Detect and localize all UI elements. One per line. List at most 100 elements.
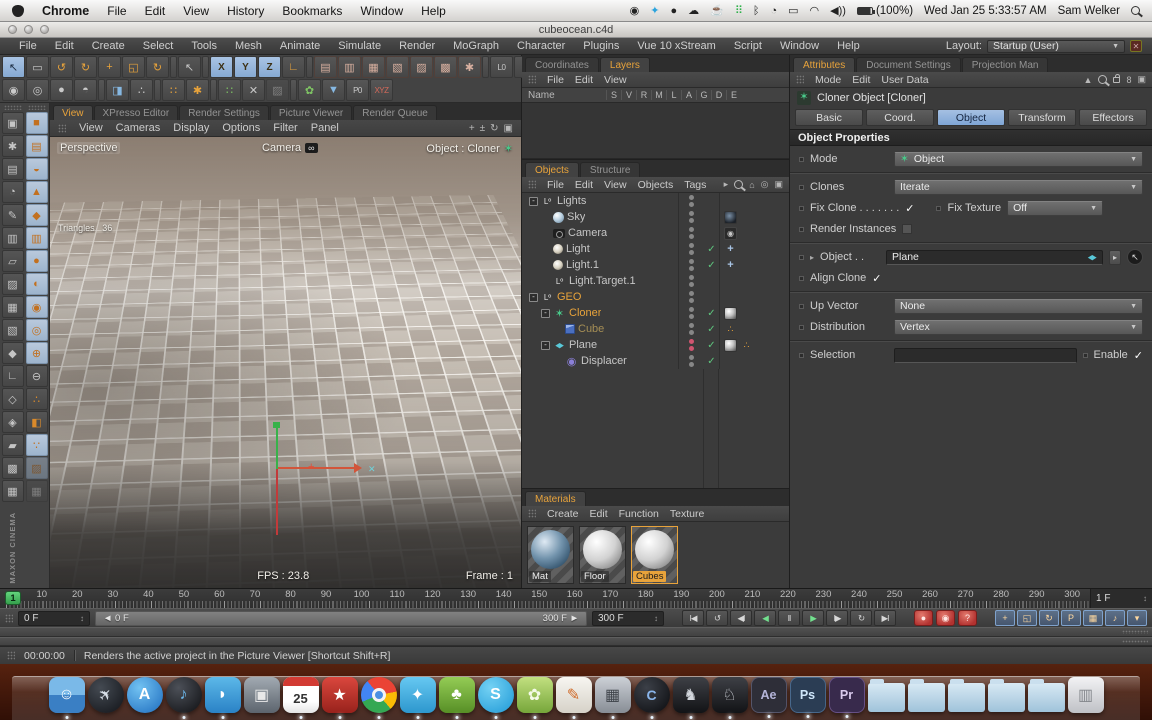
material-swatch[interactable]: Mat [527, 526, 574, 584]
optimize-tool[interactable]: ◎ [26, 79, 49, 101]
object-label[interactable]: Camera [568, 227, 607, 239]
sep[interactable] [98, 79, 105, 101]
menubar-item[interactable]: History [227, 4, 264, 18]
rotate-tool[interactable]: ↻ [146, 56, 169, 78]
panel-tab[interactable]: Structure [579, 162, 641, 177]
panel-icon[interactable]: ▣ [774, 179, 783, 190]
camera-overlay[interactable]: Camera ∞ [262, 142, 318, 154]
palette-grip[interactable] [3, 105, 22, 110]
c4d-menu-item[interactable]: File [10, 40, 46, 52]
sep[interactable] [202, 56, 209, 78]
key-dot[interactable] [799, 324, 804, 330]
add-cube-primitive-icon[interactable]: ■ [25, 112, 48, 134]
visibility-dots[interactable] [678, 289, 704, 305]
search-icon[interactable] [734, 180, 744, 189]
object-label[interactable]: Plane [569, 339, 597, 351]
menu-grip[interactable] [5, 613, 13, 623]
collapsed-panel-row[interactable] [0, 627, 1152, 637]
key-dot[interactable] [799, 226, 804, 232]
tree-row[interactable]: Light ✓ [522, 241, 789, 257]
attributes-menu-item[interactable]: Edit [852, 74, 870, 86]
folder-3[interactable] [947, 679, 985, 712]
tree-row[interactable]: - Lº Lights ✓ [522, 193, 789, 209]
disabled-tool-2-icon[interactable]: ▦ [25, 480, 48, 502]
projection-label[interactable]: Perspective [57, 142, 121, 154]
pan-view-icon[interactable]: + [469, 123, 475, 134]
c4d-menu-item[interactable]: Select [134, 40, 183, 52]
key-dot[interactable] [799, 303, 804, 309]
live-selection-tool[interactable]: ↖ [2, 56, 25, 78]
object-label[interactable]: Light.Target.1 [569, 275, 636, 287]
menu-grip[interactable] [7, 651, 15, 660]
material-tag[interactable] [724, 338, 737, 352]
mesh-cleanup-tool[interactable]: ◓ [74, 79, 97, 101]
column-letter[interactable]: E [726, 90, 741, 100]
vue-sync-button[interactable]: ✿ [298, 79, 321, 101]
x-axis-lock[interactable]: X [210, 56, 233, 78]
render-view-icon[interactable]: ▣ [1, 112, 24, 134]
apple-menu-icon[interactable] [12, 4, 24, 17]
rectangle-selection-tool[interactable]: ▭ [26, 56, 49, 78]
autokey-button[interactable]: ◉ [936, 610, 955, 626]
make-editable-icon[interactable]: ◆ [1, 342, 24, 364]
cinema-4d[interactable]: C [633, 677, 670, 719]
snap-settings-icon[interactable]: ▦ [1, 480, 24, 502]
polygon-mode-icon[interactable]: ▰ [1, 434, 24, 456]
search-icon[interactable] [1098, 75, 1108, 84]
c4d-menu-item[interactable]: Vue 10 xStream [628, 40, 724, 52]
layers-menu-item[interactable]: File [547, 74, 564, 86]
materials-menu-item[interactable]: Texture [670, 508, 704, 520]
object-label[interactable]: Cloner [569, 307, 601, 319]
disabled-tool-icon[interactable]: ▨ [25, 457, 48, 479]
object-link-field[interactable]: Plane ◆ [886, 249, 1103, 265]
key-dot[interactable] [799, 184, 804, 190]
enabled-check-icon[interactable]: ✓ [704, 321, 719, 337]
xyz-reset-button[interactable]: XYZ [370, 79, 393, 101]
texture-mode-icon[interactable]: ▩ [1, 457, 24, 479]
red-star-app[interactable]: ★ [321, 677, 358, 719]
history-icon[interactable]: 8 [1126, 75, 1131, 85]
expand-icon[interactable]: ▸ [724, 179, 729, 190]
viewport-tab[interactable]: Picture Viewer [269, 105, 353, 120]
tree-row[interactable]: Lº Light.Target.1 ✓ [522, 273, 789, 289]
add-sphere-icon[interactable]: ● [25, 250, 48, 272]
filter-arrow-icon[interactable]: ▲ [1084, 75, 1093, 85]
movie-capture-app[interactable]: ▦ [594, 677, 631, 719]
c4d-menu-item[interactable]: MoGraph [444, 40, 508, 52]
key-dot[interactable] [799, 275, 804, 281]
enable-checkbox[interactable]: ✓ [1134, 349, 1143, 362]
selection-field[interactable] [894, 347, 1077, 363]
matrix-extrude-tool[interactable]: ∴ [130, 79, 153, 101]
enabled-check-icon[interactable]: ✓ [704, 305, 719, 321]
objects-menu-item[interactable]: File [547, 179, 564, 191]
visibility-dots[interactable] [678, 225, 704, 241]
horse-art-app[interactable]: ♘ [711, 677, 748, 719]
photoshop[interactable]: Ps [789, 677, 826, 718]
key-dot[interactable] [936, 205, 942, 211]
stepper-icon[interactable]: ↕ [654, 614, 658, 623]
object-label[interactable]: Cube [578, 323, 604, 335]
layers-menu-item[interactable]: Edit [575, 74, 593, 86]
render-queue-button[interactable]: ▨ [410, 56, 433, 78]
viewport-menu-item[interactable]: Panel [311, 122, 339, 134]
psr-zero-button[interactable]: P0 [346, 79, 369, 101]
enabled-check-icon[interactable]: ✓ [704, 353, 719, 369]
viewport-menu-item[interactable]: Cameras [116, 122, 161, 134]
tree-row[interactable]: - ✶ Cloner ✓ [522, 305, 789, 321]
object-tree-empty-area[interactable] [522, 369, 789, 488]
blue-media-app[interactable]: ◗ [204, 677, 241, 719]
eye-icon[interactable]: ◎ [761, 179, 769, 190]
rotate-view-icon[interactable]: ↻ [490, 123, 498, 134]
c4d-menu-item[interactable]: Animate [271, 40, 329, 52]
c4d-menu-item[interactable]: Tools [182, 40, 226, 52]
timeline-ruler[interactable]: 10 20 30 40 50 60 70 80 90 100 110 120 130 140 150 160 1… [0, 588, 1152, 608]
camera-tag[interactable] [724, 226, 737, 240]
boolean-icon[interactable]: ◧ [25, 411, 48, 433]
calendar[interactable]: 25 [282, 677, 319, 719]
scale-key-toggle[interactable]: ◱ [1017, 610, 1037, 626]
menubar-item[interactable]: Window [360, 4, 403, 18]
drag-grip[interactable] [1122, 640, 1148, 643]
home-icon[interactable]: ⌂ [749, 180, 754, 190]
menubar-item[interactable]: File [107, 4, 126, 18]
sound-key-toggle[interactable]: ♪ [1105, 610, 1125, 626]
